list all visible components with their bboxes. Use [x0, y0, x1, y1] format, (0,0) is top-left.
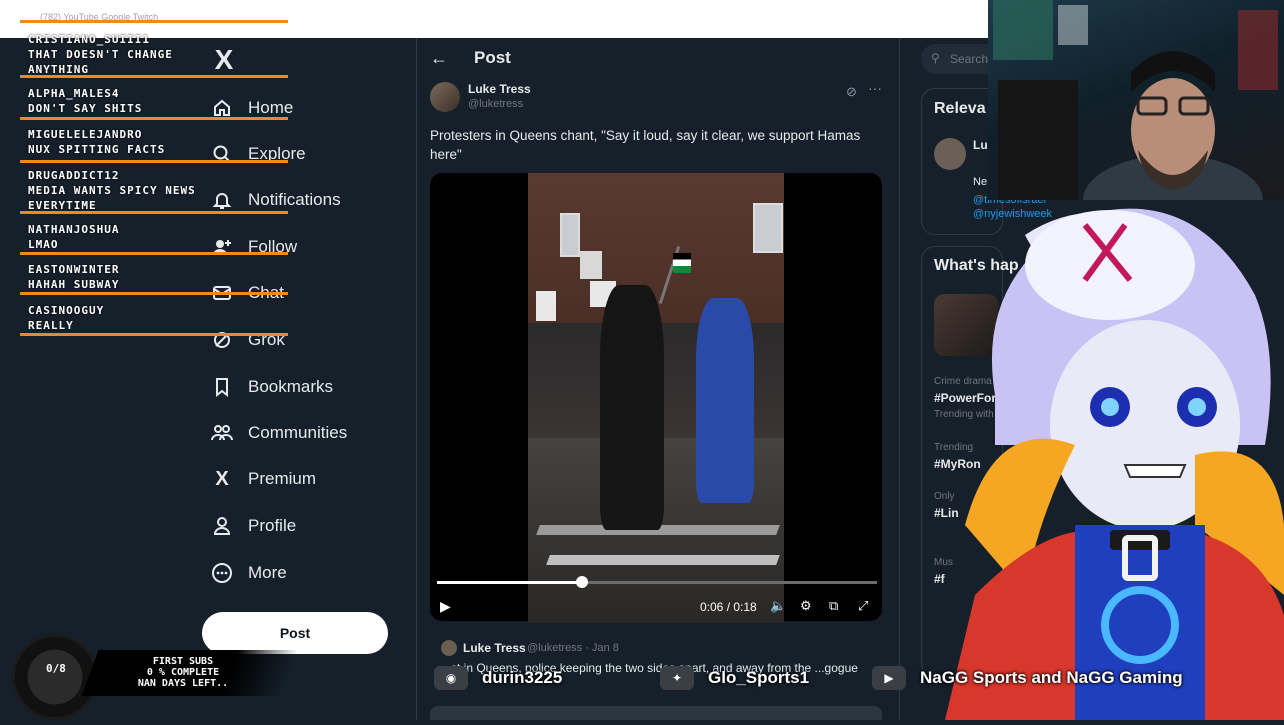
play-icon[interactable]: ▶ — [440, 598, 451, 615]
flag — [673, 253, 691, 273]
chat-username: miguelelejandro — [28, 128, 143, 141]
relevant-people-title: Releva — [934, 100, 986, 117]
social-discord: ◉ durin3225 — [434, 666, 562, 690]
chat-divider — [20, 20, 288, 23]
chat-message: nux spitting facts — [28, 143, 166, 156]
chat-username: drugaddict12 — [28, 169, 120, 182]
reply-author-handle[interactable]: @luketress · Jan 8 — [527, 642, 619, 654]
chat-divider — [20, 75, 288, 78]
sub-goal-text: first subs 0 % complete NaN days left.. — [137, 656, 229, 689]
volume-icon[interactable]: 🔈 — [770, 598, 786, 614]
crosswalk-stripe — [546, 555, 780, 565]
chat-username: alpha_males4 — [28, 87, 120, 100]
chat-message: media wants spicy news everytime — [28, 184, 196, 212]
chat-message: don't say shits — [28, 102, 143, 115]
sidebar-item-more[interactable]: More — [210, 559, 287, 587]
webcam-feed — [988, 0, 1284, 200]
chat-divider — [20, 160, 288, 163]
social-label: Glo_Sports1 — [708, 668, 810, 687]
fullscreen-icon[interactable]: ⤢ — [858, 598, 868, 614]
video-frame — [528, 173, 784, 623]
x-premium-icon: X — [215, 467, 229, 490]
building-window — [560, 213, 580, 257]
grok-analyze-icon[interactable]: ⊘ — [846, 84, 857, 100]
sidebar-item-notifications[interactable]: Notifications — [210, 186, 341, 214]
search-placeholder: Search — [950, 52, 989, 66]
more-icon — [210, 561, 234, 585]
sidebar-item-follow[interactable]: Follow — [210, 233, 297, 261]
sidebar-item-label: Home — [248, 98, 294, 117]
sidebar-item-label: More — [248, 563, 287, 582]
protest-sign — [536, 291, 556, 321]
reply-media[interactable] — [430, 706, 882, 720]
avatar[interactable] — [430, 82, 460, 112]
more-options-icon[interactable]: ··· — [868, 80, 882, 96]
protest-sign — [580, 251, 602, 279]
author-handle[interactable]: @luketress — [468, 98, 523, 110]
sidebar-item-profile[interactable]: Profile — [210, 512, 296, 540]
picture-in-picture-icon[interactable]: ⧉ — [829, 598, 838, 614]
sidebar-item-label: Premium — [248, 469, 317, 488]
author-name[interactable]: Luke Tress — [468, 82, 531, 96]
sidebar-item-label: Bookmarks — [248, 377, 334, 396]
person-walking — [600, 285, 664, 530]
discord-icon: ◉ — [434, 666, 468, 690]
chat-username: casinooguy — [28, 304, 105, 317]
profile-icon — [210, 514, 234, 538]
reply-author-name[interactable]: Luke Tress — [463, 641, 526, 655]
social-youtube: ▶ NaGG Sports and NaGG Gaming — [872, 666, 1183, 690]
video-time: 0:06 / 0:18 — [700, 600, 757, 614]
post-button[interactable]: Post — [202, 612, 388, 654]
sidebar-item-label: Notifications — [248, 190, 341, 209]
youtube-icon: ▶ — [872, 666, 906, 690]
social-label: durin3225 — [482, 668, 563, 687]
chat-divider — [20, 252, 288, 255]
chat-username: cristiano_suiii1 — [28, 33, 150, 46]
sidebar-item-premium[interactable]: X Premium — [210, 465, 316, 493]
chat-divider — [20, 117, 288, 120]
chat-message: hahah subway — [28, 278, 120, 291]
chat-divider — [20, 211, 288, 214]
back-arrow-icon[interactable]: ← — [430, 48, 448, 69]
streamer-webcam-image — [993, 0, 1278, 200]
chat-username: nathanjoshua — [28, 223, 120, 236]
communities-icon — [210, 421, 234, 445]
social-label: NaGG Sports and NaGG Gaming — [920, 668, 1183, 687]
chat-divider — [20, 333, 288, 336]
tweet-text: Protesters in Queens chant, "Say it loud… — [430, 128, 861, 162]
chat-divider — [20, 292, 288, 295]
search-icon: ⚲ — [931, 51, 940, 65]
vtuber-avatar-image — [945, 208, 1284, 720]
sub-goal-count: 0/8 — [46, 662, 66, 675]
sub-goal-ring — [12, 634, 98, 720]
avatar[interactable] — [441, 640, 457, 656]
page-title: Post — [474, 48, 511, 67]
sidebar-item-label: Communities — [248, 423, 348, 442]
chat-message: lmao — [28, 238, 59, 251]
chat-message: really — [28, 319, 74, 332]
twitter-icon: ✦ — [660, 666, 694, 690]
social-twitter: ✦ Glo_Sports1 — [660, 666, 809, 690]
sidebar-item-label: Profile — [248, 516, 297, 535]
person-walking — [696, 298, 754, 503]
chat-message: that doesn't change anything — [28, 48, 173, 76]
sidebar-item-explore[interactable]: Explore — [210, 140, 306, 168]
building-window — [753, 203, 783, 253]
chat-username: eastonwinter — [28, 263, 120, 276]
settings-icon[interactable]: ⚙ — [800, 598, 812, 614]
bookmark-icon — [210, 375, 234, 399]
avatar[interactable] — [934, 138, 966, 170]
sidebar-item-communities[interactable]: Communities — [210, 419, 347, 447]
sidebar-item-grok[interactable]: Grok — [210, 326, 285, 354]
relevant-bio: Ne — [973, 176, 988, 188]
vtuber-avatar — [935, 195, 1284, 720]
sidebar-item-bookmarks[interactable]: Bookmarks — [210, 373, 333, 401]
relevant-name[interactable]: Lu — [973, 138, 988, 152]
follow-icon — [210, 235, 234, 259]
grok-icon — [210, 328, 234, 352]
video-progress-fill — [437, 581, 583, 584]
